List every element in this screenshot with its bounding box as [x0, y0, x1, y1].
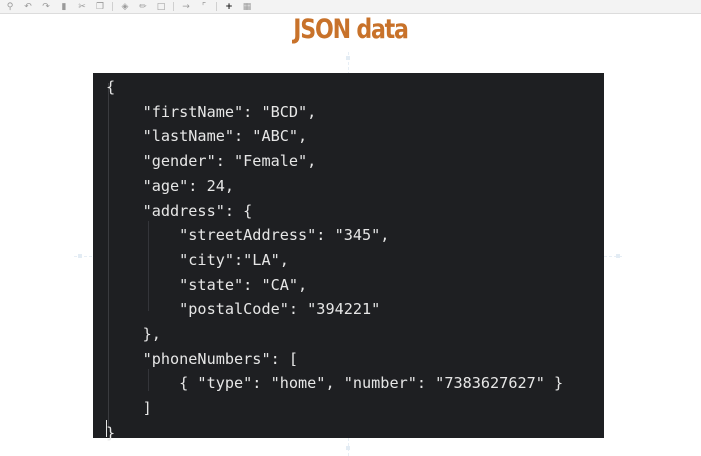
code-line: "city":"LA", — [106, 250, 289, 269]
copy-icon[interactable]: ❐ — [94, 2, 106, 12]
undo-icon[interactable]: ↶ — [22, 2, 34, 12]
code-snippet-image[interactable]: { "firstName": "BCD", "lastName": "ABC",… — [93, 73, 604, 442]
toolbar-separator — [112, 2, 113, 11]
selection-handle-top[interactable] — [346, 56, 350, 60]
json-code: { "firstName": "BCD", "lastName": "ABC",… — [106, 75, 563, 446]
code-line: "firstName": "BCD", — [106, 102, 317, 121]
code-line: { "type": "home", "number": "7383627627"… — [106, 374, 564, 393]
fill-icon[interactable]: ◈ — [119, 2, 131, 12]
selection-handle-right[interactable] — [616, 254, 620, 258]
code-line: }, — [106, 325, 161, 344]
delete-icon[interactable]: ▮ — [58, 2, 70, 12]
line-icon[interactable]: ✏ — [137, 2, 149, 12]
code-line: "age": 24, — [106, 176, 235, 195]
code-line: "postalCode": "394221" — [106, 300, 381, 319]
code-line: { — [106, 78, 116, 96]
selection-handle-bottom[interactable] — [346, 446, 350, 450]
code-line: "address": { — [106, 201, 253, 220]
code-line: "streetAddress": "345", — [106, 226, 390, 245]
toolbar-separator — [173, 2, 174, 11]
connector-icon[interactable]: → — [180, 2, 192, 12]
shape-icon[interactable]: □ — [155, 2, 167, 12]
selection-handle-left[interactable] — [78, 254, 82, 258]
insert-icon[interactable]: + — [223, 2, 235, 12]
code-line: "phoneNumbers": [ — [106, 349, 299, 368]
code-line: "lastName": "ABC", — [106, 127, 308, 146]
cut-icon[interactable]: ✂ — [76, 2, 88, 12]
table-icon[interactable]: ▦ — [241, 2, 253, 12]
zoom-icon[interactable]: ⚲ — [4, 2, 16, 12]
toolbar: ⚲ ↶ ↷ ▮ ✂ ❐ ◈ ✏ □ → ⌜ + ▦ — [0, 0, 701, 14]
code-line: ] — [106, 399, 152, 418]
slide-title: JSON data — [293, 14, 409, 45]
redo-icon[interactable]: ↷ — [40, 2, 52, 12]
code-line: "state": "CA", — [106, 275, 308, 294]
code-line: "gender": "Female", — [106, 152, 317, 171]
waypoint-icon[interactable]: ⌜ — [198, 2, 210, 12]
toolbar-separator — [216, 2, 217, 11]
text-cursor — [106, 420, 107, 437]
code-line: } — [106, 423, 116, 442]
